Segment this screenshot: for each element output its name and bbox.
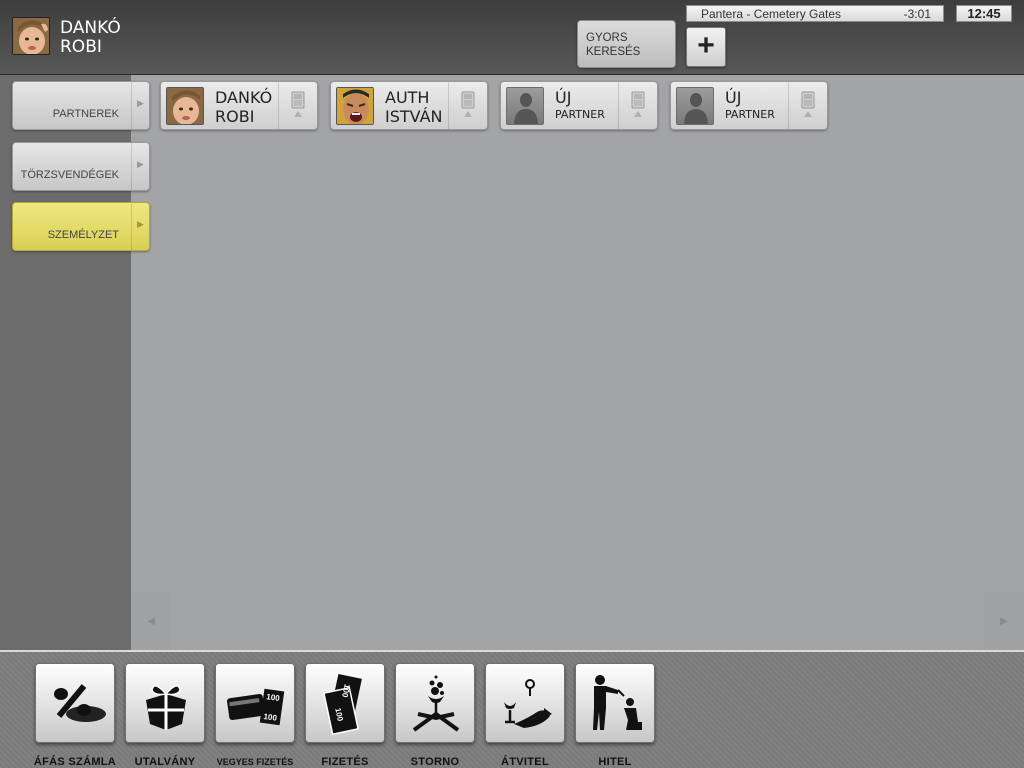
user-first-name: DANKÓ <box>60 18 121 38</box>
sidebar-item-partnerek[interactable]: PARTNEREK ▶ <box>12 81 150 130</box>
partner-name-line1: DANKÓ <box>215 88 273 107</box>
phone-icon <box>631 91 645 117</box>
partner-card[interactable]: AUTH ISTVÁN <box>330 81 488 130</box>
partner-photo <box>506 87 544 125</box>
utalvany-button[interactable] <box>125 663 205 743</box>
scroll-left-button[interactable]: ◀ <box>131 592 171 650</box>
banknotes-icon: 100 100 <box>323 673 362 736</box>
transfer-glass-icon <box>504 679 552 728</box>
chevron-right-icon: ▶ <box>131 82 149 129</box>
storno-button[interactable] <box>395 663 475 743</box>
partner-name-line1: ÚJ <box>725 88 742 107</box>
new-partner-card[interactable]: ÚJ PARTNER <box>500 81 658 130</box>
partner-name-line1: ÚJ <box>555 88 572 107</box>
phone-icon <box>801 91 815 117</box>
phone-icon <box>461 91 475 117</box>
chevron-right-icon: ▶ <box>131 203 149 250</box>
phone-icon <box>291 91 305 117</box>
partner-name-line2: PARTNER <box>555 108 605 121</box>
kid-portrait-icon <box>13 18 49 54</box>
phone-button[interactable] <box>618 82 657 129</box>
toolbar-label: HITEL <box>598 756 632 768</box>
vegyes-fizetes-button[interactable]: 100 100 <box>215 663 295 743</box>
svg-text:100: 100 <box>266 692 281 703</box>
scroll-right-button[interactable]: ▶ <box>984 592 1024 650</box>
fizetes-button[interactable]: 100 100 <box>305 663 385 743</box>
now-playing-track: Pantera - Cemetery Gates <box>701 7 842 21</box>
kid-portrait-icon <box>167 88 203 124</box>
chevron-right-icon: ▶ <box>1000 616 1008 627</box>
user-name: DANKÓ ROBI <box>60 19 121 57</box>
sidebar-item-label: SZEMÉLYZET <box>47 229 119 241</box>
afas-szamla-button[interactable] <box>35 663 115 743</box>
person-silhouette-icon <box>684 93 708 124</box>
chevron-right-icon: ▶ <box>131 143 149 190</box>
partner-photo <box>166 87 204 125</box>
credit-people-icon <box>593 675 642 730</box>
user-last-name: ROBI <box>60 37 102 57</box>
hitel-button[interactable] <box>575 663 655 743</box>
clock: 12:45 <box>956 5 1012 22</box>
now-playing-remaining: -3:01 <box>903 7 931 21</box>
sidebar-item-label: TÖRZSVENDÉGEK <box>20 169 119 181</box>
sidebar-item-label: PARTNEREK <box>52 108 119 120</box>
top-bar: DANKÓ ROBI GYORS KERESÉS + Pantera - Cem… <box>0 0 1024 75</box>
card-and-cash-icon: 100 100 <box>227 688 285 726</box>
phone-button[interactable] <box>278 82 317 129</box>
add-button[interactable]: + <box>686 27 726 67</box>
shouting-man-portrait-icon <box>337 88 373 124</box>
partner-name-line2: ISTVÁN <box>385 107 443 126</box>
sidebar-item-szemelyzet[interactable]: SZEMÉLYZET ▶ <box>12 202 150 251</box>
phone-button[interactable] <box>788 82 827 129</box>
partner-name-line1: AUTH <box>385 88 430 107</box>
partner-name-line2: ROBI <box>215 107 255 126</box>
now-playing-bar[interactable]: Pantera - Cemetery Gates -3:01 <box>686 5 944 22</box>
bottom-toolbar: ÁFÁS SZÁMLA UTALVÁNY 100 100 VEGYES FIZE… <box>0 650 1024 768</box>
phone-button[interactable] <box>448 82 487 129</box>
chevron-left-icon: ◀ <box>147 616 155 627</box>
gift-icon <box>146 685 186 730</box>
partner-photo <box>676 87 714 125</box>
svg-text:100: 100 <box>263 712 278 723</box>
atvitel-button[interactable] <box>485 663 565 743</box>
quick-search-label-1: GYORS <box>586 32 628 44</box>
partner-name-line2: PARTNER <box>725 108 775 121</box>
percent-icon <box>54 684 106 722</box>
person-silhouette-icon <box>514 93 538 124</box>
partner-card[interactable]: DANKÓ ROBI <box>160 81 318 130</box>
quick-search-label-2: KERESÉS <box>586 46 641 58</box>
user-avatar[interactable] <box>12 17 50 55</box>
quick-search-button[interactable]: GYORS KERESÉS <box>577 20 676 68</box>
partner-photo <box>336 87 374 125</box>
spilled-glass-icon <box>412 675 460 732</box>
new-partner-card[interactable]: ÚJ PARTNER <box>670 81 828 130</box>
sidebar-item-torzsvendegek[interactable]: TÖRZSVENDÉGEK ▶ <box>12 142 150 191</box>
